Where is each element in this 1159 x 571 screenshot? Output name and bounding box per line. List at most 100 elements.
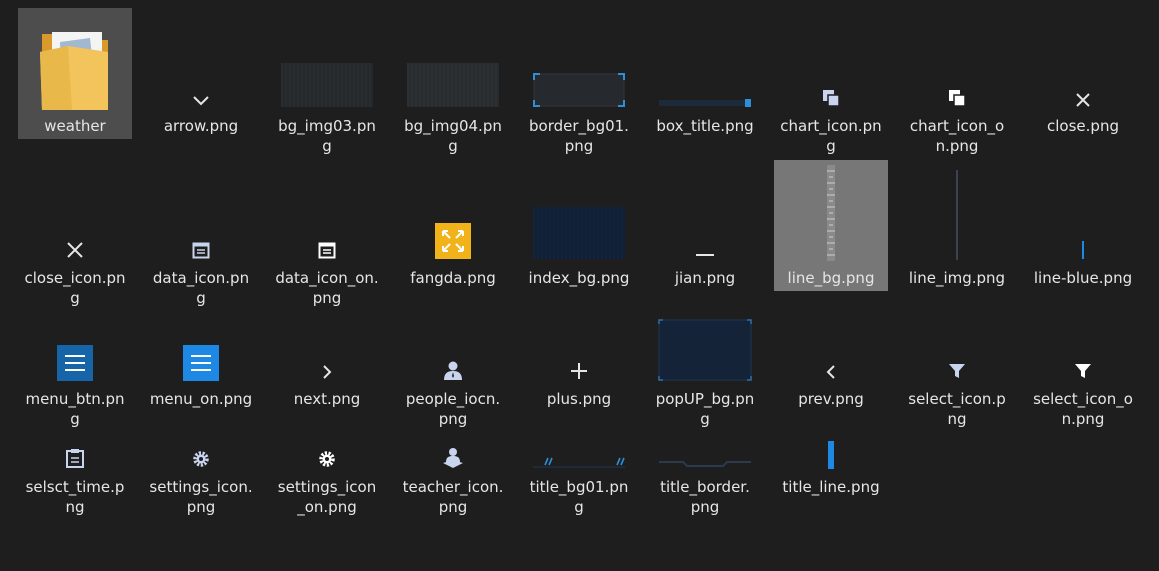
person-icon (396, 358, 510, 382)
file-jian[interactable]: jian.png (648, 160, 762, 291)
file-name: line-blue.png (1033, 269, 1133, 287)
file-name: popUP_bg.pn g (655, 390, 755, 428)
title-bar-thumbnail (648, 98, 762, 108)
file-selsct-time[interactable]: selsct_time.p ng (18, 440, 132, 520)
teacher-icon (396, 446, 510, 470)
file-name: title_bg01.pn g (529, 478, 629, 516)
file-select-icon-on[interactable]: select_icon_o n.png (1026, 310, 1140, 430)
file-close[interactable]: close.png (1026, 8, 1140, 139)
gear-icon (270, 448, 384, 470)
file-name: selsct_time.p ng (25, 478, 125, 516)
vertical-line-thumbnail (1026, 240, 1140, 260)
file-chart-icon-on[interactable]: chart_icon_o n.png (900, 8, 1014, 158)
file-settings-icon[interactable]: settings_icon. png (144, 440, 258, 520)
file-data-icon-on[interactable]: data_icon_on. png (270, 160, 384, 310)
file-name: prev.png (798, 390, 864, 408)
file-name: close_icon.pn g (24, 269, 126, 307)
file-index-bg[interactable]: index_bg.png (522, 160, 636, 291)
file-name: weather (44, 117, 106, 135)
calendar-icon (144, 240, 258, 260)
file-fangda[interactable]: fangda.png (396, 160, 510, 291)
ruler-thumbnail (774, 164, 888, 262)
close-icon (1026, 92, 1140, 108)
file-name: bg_img04.pn g (404, 117, 502, 155)
file-name: arrow.png (163, 117, 239, 135)
hamburger-menu-icon (144, 344, 258, 382)
file-title-line[interactable]: title_line.png (774, 440, 888, 500)
title-bar-thumbnail (522, 452, 636, 470)
file-next[interactable]: next.png (270, 310, 384, 410)
dark-blue-thumbnail (522, 206, 636, 260)
file-plus[interactable]: plus.png (522, 310, 636, 410)
file-line-blue[interactable]: line-blue.png (1026, 160, 1140, 291)
dark-texture-thumbnail (396, 62, 510, 108)
file-name: next.png (293, 390, 361, 408)
file-menu-btn[interactable]: menu_btn.pn g (18, 310, 132, 430)
file-name: teacher_icon. png (402, 478, 504, 516)
title-border-thumbnail (648, 458, 762, 470)
file-name: line_img.png (908, 269, 1006, 287)
file-arrow[interactable]: arrow.png (144, 8, 258, 139)
gear-icon (144, 448, 258, 470)
filter-icon (1026, 360, 1140, 382)
file-menu-on[interactable]: menu_on.png (144, 310, 258, 430)
dark-texture-thumbnail (270, 62, 384, 108)
file-name: title_border. png (660, 478, 750, 516)
file-close-icon[interactable]: close_icon.pn g (18, 160, 132, 310)
folder-icon (18, 20, 132, 116)
file-name: fangda.png (410, 269, 496, 287)
close-icon (18, 242, 132, 258)
file-prev[interactable]: prev.png (774, 310, 888, 410)
file-name: select_icon_o n.png (1033, 390, 1133, 428)
file-line-img[interactable]: line_img.png (900, 160, 1014, 291)
file-name: box_title.png (656, 117, 754, 135)
file-popup-bg[interactable]: popUP_bg.pn g (648, 310, 762, 430)
file-name: settings_icon. png (149, 478, 253, 516)
file-explorer-window: { "folder": { "items": [ {"name": "weath… (0, 0, 1159, 571)
file-name: border_bg01. png (529, 117, 629, 155)
file-name: index_bg.png (528, 269, 630, 287)
popup-panel-thumbnail (648, 318, 762, 382)
file-name: data_icon_on. png (275, 269, 379, 307)
chevron-left-icon (774, 362, 888, 382)
file-teacher-icon[interactable]: teacher_icon. png (396, 440, 510, 520)
file-bg-img03[interactable]: bg_img03.pn g (270, 8, 384, 158)
file-data-icon[interactable]: data_icon.pn g (144, 160, 258, 310)
file-name: jian.png (674, 269, 736, 287)
file-weather[interactable]: weather (18, 8, 132, 139)
file-border-bg01[interactable]: border_bg01. png (522, 8, 636, 158)
stacked-squares-icon (900, 88, 1014, 108)
file-name: settings_icon _on.png (277, 478, 377, 516)
file-name: chart_icon_o n.png (909, 117, 1005, 155)
file-box-title[interactable]: box_title.png (648, 8, 762, 139)
file-bg-img04[interactable]: bg_img04.pn g (396, 8, 510, 158)
file-name: select_icon.p ng (908, 390, 1006, 428)
file-name: line_bg.png (787, 269, 875, 287)
file-name: bg_img03.pn g (278, 117, 376, 155)
chevron-down-icon (144, 92, 258, 108)
expand-icon (396, 222, 510, 260)
file-title-bg01[interactable]: title_bg01.pn g (522, 440, 636, 520)
plus-icon (522, 360, 636, 382)
cornered-frame-thumbnail (522, 72, 636, 108)
blue-bar-thumbnail (774, 440, 888, 470)
filter-icon (900, 360, 1014, 382)
file-name: title_line.png (782, 478, 880, 496)
file-name: close.png (1047, 117, 1119, 135)
stacked-squares-icon (774, 88, 888, 108)
file-people-iocn[interactable]: people_iocn. png (396, 310, 510, 430)
file-title-border[interactable]: title_border. png (648, 440, 762, 520)
file-name: data_icon.pn g (152, 269, 250, 307)
file-select-icon[interactable]: select_icon.p ng (900, 310, 1014, 430)
minus-icon (648, 250, 762, 260)
file-line-bg[interactable]: line_bg.png (774, 160, 888, 291)
file-name: menu_on.png (149, 390, 253, 408)
vertical-line-thumbnail (900, 170, 1014, 260)
file-name: menu_btn.pn g (25, 390, 125, 428)
hamburger-menu-icon (18, 344, 132, 382)
chevron-right-icon (270, 362, 384, 382)
clipboard-icon (18, 446, 132, 470)
file-name: chart_icon.pn g (780, 117, 882, 155)
file-settings-icon-on[interactable]: settings_icon _on.png (270, 440, 384, 520)
file-chart-icon[interactable]: chart_icon.pn g (774, 8, 888, 158)
